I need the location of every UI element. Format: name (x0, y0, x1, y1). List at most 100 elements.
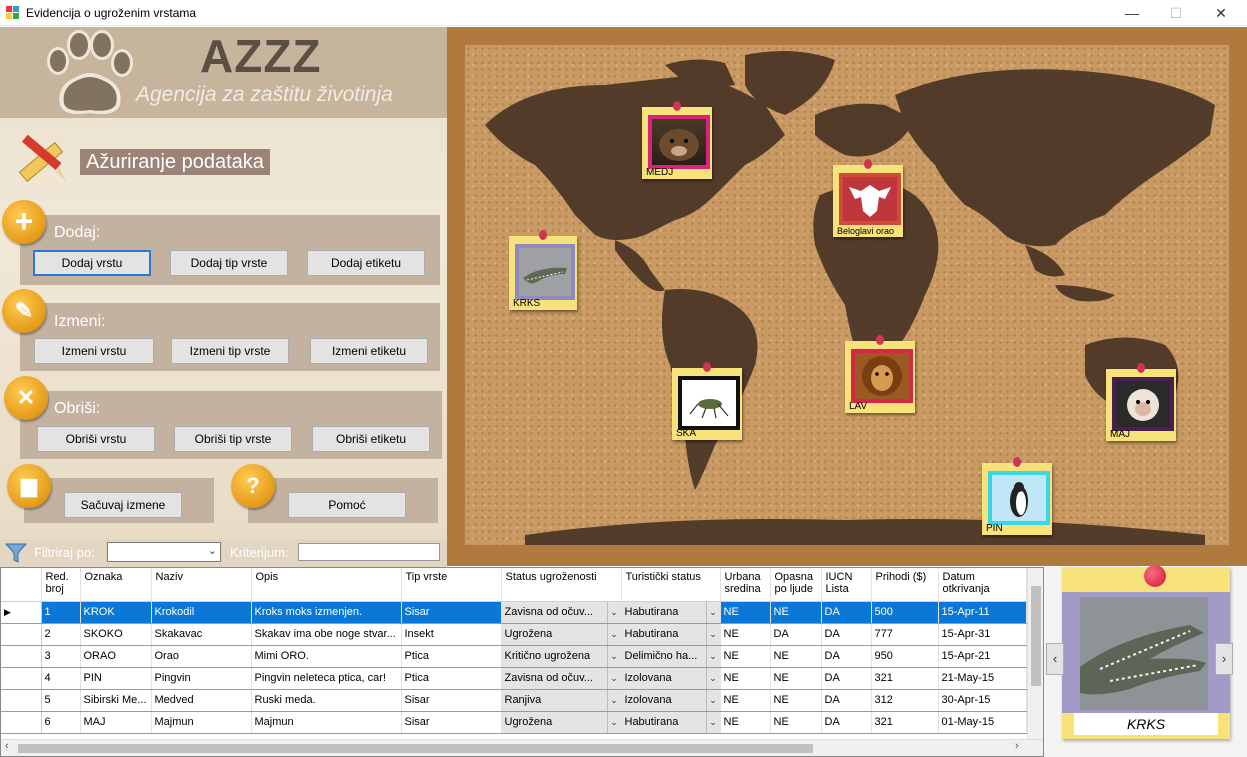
table-cell[interactable]: 950 (871, 645, 939, 668)
delete-tag-button[interactable]: Obriši etiketu (312, 426, 430, 452)
delete-species-button[interactable]: Obriši vrstu (37, 426, 155, 452)
table-cell[interactable]: DA (821, 645, 872, 668)
table-cell[interactable]: Kroks moks izmenjen. (251, 601, 402, 624)
save-changes-button[interactable]: Sačuvaj izmene (64, 492, 182, 518)
row-header[interactable]: ▶ (1, 601, 42, 624)
row-header[interactable] (1, 711, 42, 734)
table-cell[interactable]: Habutirana ⌄ (621, 601, 721, 624)
next-button[interactable]: › (1215, 643, 1233, 675)
map-note-lav[interactable]: LAV (845, 335, 915, 413)
table-cell[interactable]: MAJ (80, 711, 152, 734)
table-row[interactable]: ▶ 1 KROK Krokodil Kroks moks izmenjen. Sisar Z… (1, 601, 1027, 624)
table-cell[interactable]: DA (821, 623, 872, 646)
table-cell[interactable]: Ptica (401, 667, 502, 690)
table-cell[interactable]: PIN (80, 667, 152, 690)
table-cell[interactable]: NE (720, 711, 771, 734)
vertical-scrollbar[interactable] (1027, 568, 1043, 740)
column-header[interactable]: Opasna po ljude (770, 568, 822, 602)
table-cell[interactable]: NE (770, 689, 822, 712)
add-tag-button[interactable]: Dodaj etiketu (307, 250, 425, 276)
column-header[interactable]: Opis (251, 568, 402, 602)
row-header[interactable] (1, 623, 42, 646)
table-cell[interactable]: NE (770, 667, 822, 690)
column-header[interactable]: Prihodi ($) (871, 568, 939, 602)
table-row[interactable]: 6 MAJ Majmun Majmun Sisar Ugrožena ⌄ Habutirana… (1, 711, 1027, 734)
chevron-down-icon[interactable]: ⌄ (705, 623, 719, 644)
table-cell[interactable]: Majmun (151, 711, 252, 734)
table-cell[interactable]: Zavisna od očuv... ⌄ (501, 667, 622, 690)
table-cell[interactable]: Skakavac (151, 623, 252, 646)
table-cell[interactable]: Izolovana ⌄ (621, 689, 721, 712)
chevron-down-icon[interactable]: ⌄ (606, 667, 620, 688)
table-cell[interactable]: 01-May-15 (938, 711, 1027, 734)
horizontal-scrollbar[interactable]: ‹ › (1, 739, 1043, 756)
column-header[interactable]: Datum otkrivanja (938, 568, 1027, 602)
previous-button[interactable]: ‹ (1046, 643, 1064, 675)
table-cell[interactable]: 15-Apr-31 (938, 623, 1027, 646)
table-cell[interactable]: 15-Apr-21 (938, 645, 1027, 668)
table-cell[interactable]: NE (720, 623, 771, 646)
table-cell[interactable]: Delimično ha... ⌄ (621, 645, 721, 668)
table-cell[interactable]: 3 (41, 645, 81, 668)
column-header[interactable]: Tip vrste (401, 568, 502, 602)
table-cell[interactable]: Zavisna od očuv... ⌄ (501, 601, 622, 624)
table-cell[interactable]: Orao (151, 645, 252, 668)
table-cell[interactable]: 321 (871, 711, 939, 734)
table-cell[interactable]: ORAO (80, 645, 152, 668)
table-cell[interactable]: NE (720, 601, 771, 624)
row-header[interactable] (1, 667, 42, 690)
row-header[interactable] (1, 645, 42, 668)
edit-species-button[interactable]: Izmeni vrstu (34, 338, 154, 364)
table-cell[interactable]: 6 (41, 711, 81, 734)
table-row[interactable]: 5 Sibirski Me... Medved Ruski meda. Sisar Ran… (1, 689, 1027, 712)
table-cell[interactable]: Ruski meda. (251, 689, 402, 712)
table-cell[interactable]: Ugrožena ⌄ (501, 623, 622, 646)
column-header[interactable]: Red. broj (41, 568, 81, 602)
column-header[interactable]: IUCN Lista (821, 568, 872, 602)
table-cell[interactable]: 5 (41, 689, 81, 712)
map-note-medj[interactable]: MEDJ (642, 101, 712, 179)
chevron-down-icon[interactable]: ⌄ (606, 623, 620, 644)
chevron-down-icon[interactable]: ⌄ (606, 689, 620, 710)
maximize-button[interactable]: ☐ (1153, 0, 1199, 26)
table-cell[interactable]: NE (770, 601, 822, 624)
table-cell[interactable]: 500 (871, 601, 939, 624)
table-cell[interactable]: 30-Apr-15 (938, 689, 1027, 712)
filter-select[interactable]: ⌄ (107, 542, 221, 562)
column-header[interactable]: Turistički status (621, 568, 721, 602)
table-cell[interactable]: Izolovana ⌄ (621, 667, 721, 690)
map-note-pin[interactable]: PIN (982, 457, 1052, 535)
chevron-down-icon[interactable]: ⌄ (606, 711, 620, 732)
table-cell[interactable]: Habutirana ⌄ (621, 711, 721, 734)
table-cell[interactable]: Ptica (401, 645, 502, 668)
column-header[interactable]: Urbana sredina (720, 568, 771, 602)
delete-species-type-button[interactable]: Obriši tip vrste (174, 426, 292, 452)
table-cell[interactable]: NE (720, 645, 771, 668)
table-cell[interactable]: DA (821, 667, 872, 690)
map-note-ska[interactable]: SKA (672, 362, 742, 440)
table-cell[interactable]: 312 (871, 689, 939, 712)
chevron-down-icon[interactable]: ⌄ (705, 711, 719, 732)
add-species-type-button[interactable]: Dodaj tip vrste (170, 250, 288, 276)
table-cell[interactable]: NE (720, 667, 771, 690)
column-header[interactable]: Status ugroženosti (501, 568, 622, 602)
chevron-down-icon[interactable]: ⌄ (705, 689, 719, 710)
table-row[interactable]: 2 SKOKO Skakavac Skakav ima obe noge stvar.… (1, 623, 1027, 646)
table-cell[interactable]: NE (720, 689, 771, 712)
scroll-right-icon[interactable]: › (1015, 740, 1019, 752)
table-cell[interactable]: NE (770, 711, 822, 734)
column-header[interactable]: Naziv (151, 568, 252, 602)
add-species-button[interactable]: Dodaj vrstu (33, 250, 151, 276)
help-button[interactable]: Pomoć (288, 492, 406, 518)
scroll-left-icon[interactable]: ‹ (5, 740, 9, 752)
table-cell[interactable]: 777 (871, 623, 939, 646)
column-header[interactable]: Oznaka (80, 568, 152, 602)
table-cell[interactable]: KROK (80, 601, 152, 624)
table-cell[interactable]: 4 (41, 667, 81, 690)
table-cell[interactable]: Habutirana ⌄ (621, 623, 721, 646)
table-cell[interactable]: DA (821, 711, 872, 734)
row-header[interactable] (1, 689, 42, 712)
table-cell[interactable]: Medved (151, 689, 252, 712)
table-cell[interactable]: 21-May-15 (938, 667, 1027, 690)
table-cell[interactable]: Skakav ima obe noge stvar... (251, 623, 402, 646)
